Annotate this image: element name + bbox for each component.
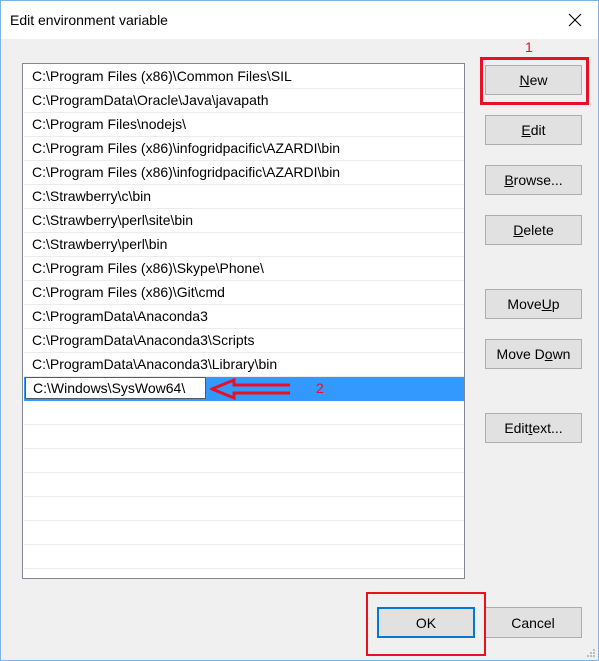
title-bar: Edit environment variable [1,1,598,39]
path-text: C:\ProgramData\Anaconda3\Library\bin [32,356,278,372]
path-text: C:\ProgramData\Anaconda3\Scripts [32,332,255,348]
path-list-empty-row[interactable] [24,449,464,473]
ok-button[interactable]: OK [377,607,475,638]
path-text: C:\Strawberry\perl\site\bin [32,212,194,228]
annotation-step-2: 2 [316,380,324,396]
path-list-item[interactable]: C:\Strawberry\perl\site\bin [24,209,464,233]
move-up-button[interactable]: Move Up [485,289,582,319]
path-list-item[interactable]: C:\Program Files (x86)\infogridpacific\A… [24,137,464,161]
path-list-empty-row[interactable] [24,569,464,578]
path-text: C:\Strawberry\perl\bin [32,236,168,252]
path-list-item[interactable]: C:\ProgramData\Oracle\Java\javapath [24,89,464,113]
path-list-item-selected[interactable]: 2 [24,377,464,401]
path-text: C:\ProgramData\Anaconda3 [32,308,208,324]
close-icon [568,13,582,27]
edit-button[interactable]: Edit [485,115,582,145]
path-list-item[interactable]: C:\Program Files (x86)\Git\cmd [24,281,464,305]
cancel-button[interactable]: Cancel [484,607,582,638]
path-text: C:\Program Files (x86)\Skype\Phone\ [32,260,264,276]
path-list-item[interactable]: C:\Program Files\nodejs\ [24,113,464,137]
path-list-item[interactable]: C:\ProgramData\Anaconda3\Scripts [24,329,464,353]
path-list-item[interactable]: C:\ProgramData\Anaconda3\Library\bin [24,353,464,377]
path-list-empty-row[interactable] [24,545,464,569]
path-list-item[interactable]: C:\Program Files (x86)\infogridpacific\A… [24,161,464,185]
edit-text-button[interactable]: Edit t ext... [485,413,582,443]
browse-button[interactable]: Browse... [485,165,582,195]
path-list-empty-row[interactable] [24,401,464,425]
new-button[interactable]: New [485,65,582,95]
move-down-button[interactable]: Move Do wn [485,339,582,369]
path-list[interactable]: C:\Program Files (x86)\Common Files\SIL C… [22,63,465,579]
dialog-title: Edit environment variable [10,12,168,28]
path-list-item[interactable]: C:\ProgramData\Anaconda3 [24,305,464,329]
annotation-arrow-icon [210,378,290,400]
close-button[interactable] [557,5,593,35]
path-list-empty-row[interactable] [24,497,464,521]
resize-grip-icon [587,649,595,657]
path-list-item[interactable]: C:\Program Files (x86)\Skype\Phone\ [24,257,464,281]
path-text: C:\Program Files\nodejs\ [32,116,187,132]
path-list-item[interactable]: C:\Strawberry\c\bin [24,185,464,209]
path-list-item[interactable]: C:\Program Files (x86)\Common Files\SIL [24,65,464,89]
path-list-empty-row[interactable] [24,521,464,545]
path-list-empty-row[interactable] [24,473,464,497]
path-list-item[interactable]: C:\Strawberry\perl\bin [24,233,464,257]
edit-env-variable-dialog: Edit environment variable C:\Program Fil… [0,0,599,661]
path-edit-input[interactable] [25,377,206,399]
path-list-empty-row[interactable] [24,425,464,449]
path-text: C:\Program Files (x86)\infogridpacific\A… [32,140,341,156]
path-text: C:\Program Files (x86)\infogridpacific\A… [32,164,341,180]
annotation-step-1: 1 [525,39,533,55]
path-text: C:\ProgramData\Oracle\Java\javapath [32,92,269,108]
path-text: C:\Program Files (x86)\Common Files\SIL [32,68,292,84]
delete-button[interactable]: Delete [485,215,582,245]
path-text: C:\Strawberry\c\bin [32,188,152,204]
path-text: C:\Program Files (x86)\Git\cmd [32,284,225,300]
